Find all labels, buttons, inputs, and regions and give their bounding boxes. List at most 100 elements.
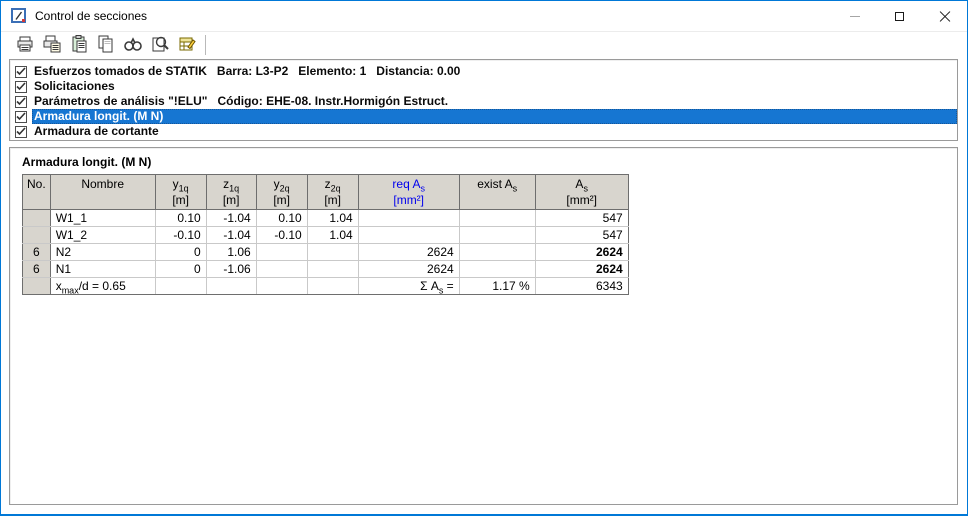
table-cell bbox=[307, 261, 358, 278]
checklist-item[interactable]: Esfuerzos tomados de STATIK Barra: L3-P2… bbox=[15, 64, 957, 79]
table-cell: 547 bbox=[535, 210, 628, 227]
column-header: y2q[m] bbox=[256, 175, 307, 210]
preview-button[interactable] bbox=[146, 33, 173, 57]
edit-properties-button[interactable] bbox=[173, 33, 200, 57]
checklist-item[interactable]: Solicitaciones bbox=[15, 79, 957, 94]
print-setup-button[interactable] bbox=[38, 33, 65, 57]
checklist-item[interactable]: Armadura longit. (M N) bbox=[15, 109, 957, 124]
paste-button[interactable] bbox=[65, 33, 92, 57]
paste-icon bbox=[69, 35, 89, 56]
table-cell: 0 bbox=[155, 261, 206, 278]
checklist-item-label[interactable]: Esfuerzos tomados de STATIK Barra: L3-P2… bbox=[32, 64, 957, 79]
table-row: xmax/d = 0.65 Σ As =1.17 %6343 bbox=[23, 278, 629, 295]
column-header: req As[mm²] bbox=[358, 175, 459, 210]
checklist-item[interactable]: Armadura de cortante bbox=[15, 124, 957, 139]
table-cell: N2 bbox=[50, 244, 155, 261]
table-cell bbox=[459, 261, 535, 278]
close-icon bbox=[939, 11, 950, 22]
checkbox-checked-icon[interactable] bbox=[15, 111, 27, 123]
row-number-cell: 6 bbox=[23, 244, 51, 261]
dialog-control-de-secciones: Control de secciones Esfuerzos tomados d… bbox=[0, 0, 968, 516]
table-cell: Σ As = bbox=[358, 278, 459, 295]
table-cell bbox=[307, 278, 358, 295]
table-cell: -0.10 bbox=[155, 227, 206, 244]
table-cell bbox=[307, 244, 358, 261]
table-cell bbox=[206, 278, 256, 295]
checklist-item-label[interactable]: Solicitaciones bbox=[32, 79, 957, 94]
table-cell: N1 bbox=[50, 261, 155, 278]
table-cell: 1.17 % bbox=[459, 278, 535, 295]
table-cell: 6343 bbox=[535, 278, 628, 295]
find-button[interactable] bbox=[119, 33, 146, 57]
checkbox-checked-icon[interactable] bbox=[15, 81, 27, 93]
table-cell bbox=[459, 227, 535, 244]
print-button[interactable] bbox=[11, 33, 38, 57]
minimize-icon bbox=[850, 16, 860, 17]
column-header: Nombre bbox=[50, 175, 155, 210]
close-button[interactable] bbox=[922, 1, 967, 31]
table-cell bbox=[459, 210, 535, 227]
checklist-item-label[interactable]: Armadura de cortante bbox=[32, 124, 957, 139]
reinforcement-table: No.Nombrey1q[m]z1q[m]y2q[m]z2q[m]req As[… bbox=[22, 174, 629, 295]
table-cell bbox=[256, 244, 307, 261]
column-header: No. bbox=[23, 175, 51, 210]
window-title: Control de secciones bbox=[35, 9, 147, 23]
table-cell: 2624 bbox=[358, 261, 459, 278]
report-title: Armadura longit. (M N) bbox=[10, 148, 957, 174]
edit-properties-icon bbox=[177, 35, 197, 56]
table-cell: 2624 bbox=[535, 244, 628, 261]
table-cell: 1.04 bbox=[307, 210, 358, 227]
checklist-item[interactable]: Parámetros de análisis "!ELU" Código: EH… bbox=[15, 94, 957, 109]
column-header: exist As bbox=[459, 175, 535, 210]
row-number-cell bbox=[23, 278, 51, 295]
maximize-button[interactable] bbox=[877, 1, 922, 31]
table-cell: 547 bbox=[535, 227, 628, 244]
table-cell: 1.06 bbox=[206, 244, 256, 261]
checklist-item-label[interactable]: Armadura longit. (M N) bbox=[32, 109, 957, 124]
preview-icon bbox=[150, 35, 170, 56]
table-cell: 0 bbox=[155, 244, 206, 261]
column-header: z2q[m] bbox=[307, 175, 358, 210]
row-number-cell: 6 bbox=[23, 261, 51, 278]
copy-button[interactable] bbox=[92, 33, 119, 57]
checkbox-checked-icon[interactable] bbox=[15, 66, 27, 78]
checklist-item-label[interactable]: Parámetros de análisis "!ELU" Código: EH… bbox=[32, 94, 957, 109]
column-header: z1q[m] bbox=[206, 175, 256, 210]
table-cell bbox=[358, 227, 459, 244]
table-cell bbox=[155, 278, 206, 295]
table-cell bbox=[459, 244, 535, 261]
table-row: W1_2-0.10-1.04-0.101.04547 bbox=[23, 227, 629, 244]
report-panel: Armadura longit. (M N) No.Nombrey1q[m]z1… bbox=[9, 147, 958, 505]
row-number-cell bbox=[23, 227, 51, 244]
table-cell: 2624 bbox=[535, 261, 628, 278]
table-cell: 2624 bbox=[358, 244, 459, 261]
table-row: 6N10-1.06 2624 2624 bbox=[23, 261, 629, 278]
minimize-button[interactable] bbox=[832, 1, 877, 31]
table-cell bbox=[256, 261, 307, 278]
print-icon bbox=[15, 35, 35, 56]
row-number-cell bbox=[23, 210, 51, 227]
app-icon bbox=[11, 8, 27, 24]
table-cell: W1_2 bbox=[50, 227, 155, 244]
table-cell: xmax/d = 0.65 bbox=[50, 278, 155, 295]
table-cell bbox=[358, 210, 459, 227]
copy-icon bbox=[96, 35, 116, 56]
find-icon bbox=[123, 35, 143, 56]
title-bar: Control de secciones bbox=[1, 1, 967, 31]
column-header: y1q[m] bbox=[155, 175, 206, 210]
table-cell: 1.04 bbox=[307, 227, 358, 244]
table-cell: -1.06 bbox=[206, 261, 256, 278]
toolbar bbox=[1, 31, 967, 58]
maximize-icon bbox=[895, 12, 904, 21]
section-checklist-panel: Esfuerzos tomados de STATIK Barra: L3-P2… bbox=[9, 59, 958, 141]
table-cell: 0.10 bbox=[155, 210, 206, 227]
column-header: As[mm²] bbox=[535, 175, 628, 210]
table-cell: -0.10 bbox=[256, 227, 307, 244]
checkbox-checked-icon[interactable] bbox=[15, 126, 27, 138]
table-row: W1_10.10-1.040.101.04547 bbox=[23, 210, 629, 227]
table-cell: -1.04 bbox=[206, 210, 256, 227]
toolbar-separator bbox=[205, 35, 206, 55]
checkbox-checked-icon[interactable] bbox=[15, 96, 27, 108]
table-cell: 0.10 bbox=[256, 210, 307, 227]
table-row: 6N201.06 2624 2624 bbox=[23, 244, 629, 261]
